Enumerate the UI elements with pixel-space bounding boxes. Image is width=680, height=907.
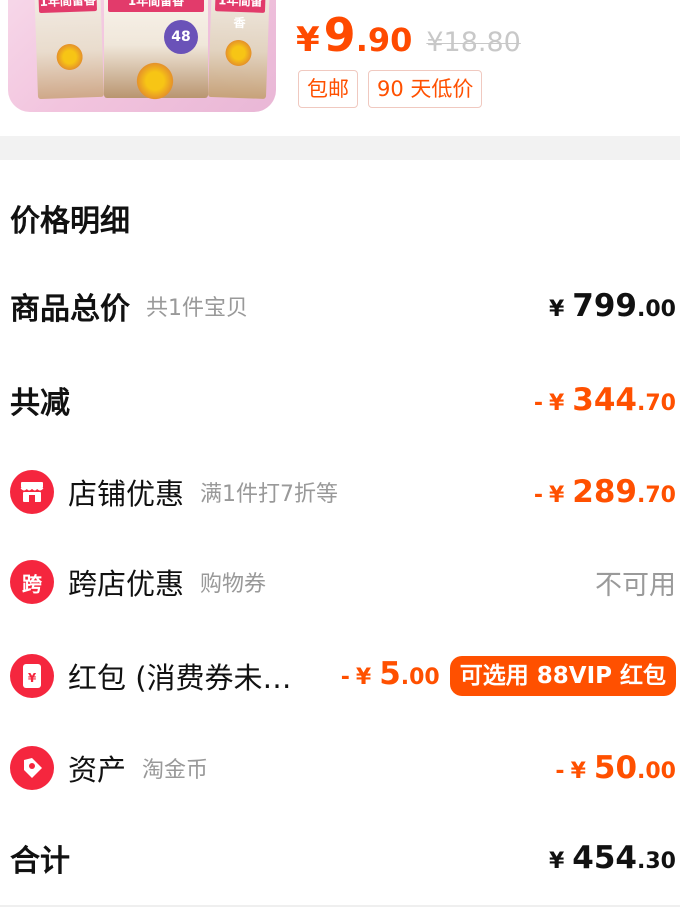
cross-store-status: 不可用 — [595, 563, 676, 602]
amount-decimal: .30 — [637, 849, 676, 874]
row-sum: 合计 ¥ 454 .30 — [0, 828, 680, 888]
select-vip-red-packet-button[interactable]: 可选用 88VIP 红包 — [449, 656, 676, 696]
red-packet-icon: ¥ — [10, 654, 54, 698]
tag-low-price: 90 天低价 — [368, 70, 483, 108]
cross-store-icon: 跨 — [10, 560, 54, 604]
package-count: 48 — [164, 20, 198, 54]
currency-symbol: ¥ — [355, 665, 372, 690]
reduction-label: 共减 — [10, 386, 70, 421]
currency-symbol: ¥ — [570, 759, 586, 784]
tag-icon — [10, 746, 54, 790]
cross-store-label: 跨店优惠 — [68, 567, 185, 601]
item-total-label: 商品总价 — [10, 292, 130, 327]
minus-sign: - — [533, 391, 543, 416]
section-divider — [0, 136, 680, 160]
product-price: ¥ 9 .90 ¥18.80 — [296, 8, 521, 62]
store-icon — [10, 470, 54, 514]
row-red-packet[interactable]: ¥ 红包 (消费券未… - ¥ 5 .00 可选用 88VIP 红包 — [0, 646, 680, 706]
amount-integer: 799 — [572, 288, 638, 324]
sum-label: 合计 — [10, 844, 70, 879]
row-item-total: 商品总价 共1件宝贝 ¥ 799 .00 — [0, 276, 680, 336]
store-discount-detail: 满1件打7折等 — [200, 482, 339, 507]
item-count: 共1件宝贝 — [146, 296, 248, 321]
amount-integer: 289 — [572, 474, 638, 510]
panel-title: 价格明细 — [10, 204, 130, 239]
package-band: 1年間留香 — [214, 0, 266, 30]
currency-symbol: ¥ — [548, 849, 565, 874]
minus-sign: - — [555, 759, 565, 784]
amount-integer: 5 — [379, 656, 401, 692]
red-packet-label: 红包 (消费券未… — [68, 661, 292, 695]
cross-store-detail: 购物券 — [200, 572, 267, 597]
assets-amount: - ¥ 50 .00 — [555, 750, 676, 786]
package-left: 1年間留香 — [33, 0, 105, 100]
tag-free-shipping: 包邮 — [298, 70, 358, 108]
currency-symbol: ¥ — [548, 391, 565, 416]
price-decimal: .90 — [355, 21, 413, 59]
sum-amount: ¥ 454 .30 — [549, 840, 676, 876]
amount-integer: 344 — [572, 382, 638, 418]
price-detail-panel: 价格明细 商品总价 共1件宝贝 ¥ 799 .00 共减 - ¥ 344 .70 — [0, 160, 680, 907]
package-center: 1年間留香 48 — [104, 0, 208, 102]
assets-label: 资产 — [68, 753, 127, 787]
currency-symbol: ¥ — [548, 483, 565, 508]
price-integer: 9 — [323, 8, 356, 62]
amount-decimal: .00 — [637, 759, 676, 784]
item-total-amount: ¥ 799 .00 — [549, 288, 676, 324]
amount-integer: 50 — [593, 750, 638, 786]
assets-detail: 淘金币 — [142, 758, 209, 783]
package-right: 1年間留香 — [207, 0, 271, 99]
amount-decimal: .70 — [637, 391, 676, 416]
row-cross-store[interactable]: 跨 跨店优惠 购物券 不可用 — [0, 552, 680, 612]
cross-store-icon-text: 跨 — [22, 571, 42, 596]
product-tags: 包邮 90 天低价 — [298, 70, 483, 108]
sunflower-decoration — [134, 60, 176, 102]
minus-sign: - — [340, 665, 350, 690]
minus-sign: - — [533, 483, 543, 508]
currency-symbol: ¥ — [548, 297, 565, 322]
amount-decimal: .00 — [637, 297, 676, 322]
amount-decimal: .70 — [637, 483, 676, 508]
row-store-discount[interactable]: 店铺优惠 满1件打7折等 - ¥ 289 .70 — [0, 462, 680, 522]
package-band: 1年間留香 — [108, 0, 204, 12]
row-total-reduction: 共减 - ¥ 344 .70 — [0, 370, 680, 430]
red-packet-amount: - ¥ 5 .00 可选用 88VIP 红包 — [341, 656, 676, 696]
reduction-amount: - ¥ 344 .70 — [534, 382, 676, 418]
amount-integer: 454 — [572, 840, 638, 876]
row-assets[interactable]: 资产 淘金币 - ¥ 50 .00 — [0, 738, 680, 798]
amount-decimal: .00 — [400, 665, 440, 690]
status-text: 不可用 — [595, 569, 676, 601]
price-currency: ¥ — [296, 20, 320, 60]
red-packet-icon-symbol: ¥ — [23, 664, 41, 688]
store-discount-amount: - ¥ 289 .70 — [534, 474, 676, 510]
product-image[interactable]: 1年間留香 1年間留香 48 1年間留香 — [8, 0, 276, 112]
flower-decoration — [54, 41, 86, 73]
store-discount-label: 店铺优惠 — [68, 477, 185, 511]
package-band: 1年間留香 — [38, 0, 98, 14]
product-card[interactable]: 1年間留香 1年間留香 48 1年間留香 ¥ 9 .90 ¥18.80 包邮 9… — [0, 0, 680, 136]
original-price: ¥18.80 — [426, 27, 521, 58]
flower-decoration — [222, 37, 255, 69]
